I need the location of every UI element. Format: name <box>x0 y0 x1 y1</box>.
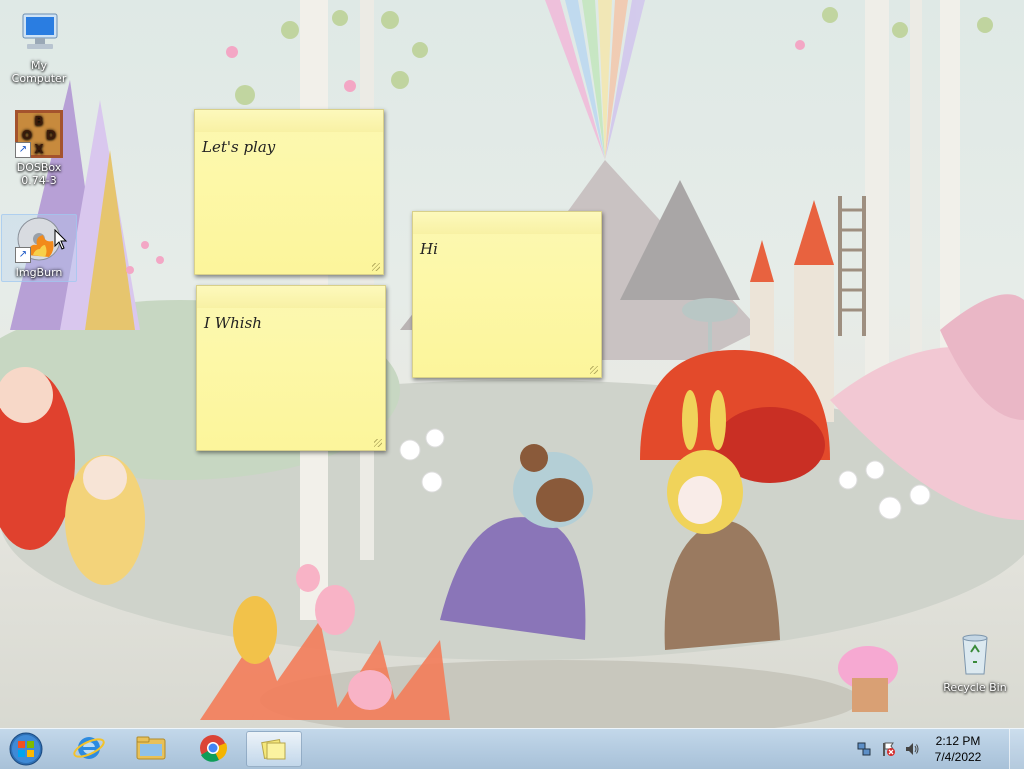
desktop-icon-label: Recycle Bin <box>943 681 1007 694</box>
system-clock[interactable]: 2:12 PM 7/4/2022 <box>928 733 988 765</box>
sticky-notes-icon <box>261 738 286 760</box>
sticky-note-text[interactable]: Let's play <box>195 132 383 162</box>
recycle-bin-icon <box>951 630 999 678</box>
sticky-note-titlebar[interactable] <box>197 286 385 308</box>
internet-explorer-icon <box>73 737 105 759</box>
taskbar-file-explorer[interactable] <box>124 731 178 765</box>
desktop-icon-label: DOSBox 0.74-3 <box>16 161 62 187</box>
taskbar: 2:12 PM 7/4/2022 <box>0 728 1024 769</box>
shortcut-arrow-icon: ↗ <box>15 142 31 158</box>
sticky-note[interactable]: Let's play <box>194 109 384 275</box>
resize-grip-icon[interactable] <box>372 263 380 271</box>
clock-time: 2:12 PM <box>935 734 981 748</box>
chrome-icon <box>200 735 227 762</box>
resize-grip-icon[interactable] <box>590 366 598 374</box>
taskbar-internet-explorer[interactable] <box>62 731 116 765</box>
volume-icon[interactable] <box>904 741 920 757</box>
desktop-icon-label: My Computer <box>11 59 67 85</box>
start-orb-icon <box>9 732 43 766</box>
sticky-note-titlebar[interactable] <box>413 212 601 234</box>
start-button[interactable] <box>6 731 46 767</box>
dosbox-logo-letter: O <box>22 128 32 142</box>
desktop-icon-recycle-bin[interactable]: Recycle Bin <box>938 630 1012 694</box>
action-center-flag-icon[interactable] <box>880 741 896 757</box>
mouse-cursor-icon <box>54 229 68 250</box>
sticky-note[interactable]: I Whish <box>196 285 386 451</box>
taskbar-sticky-notes[interactable] <box>246 731 302 767</box>
sticky-note-text[interactable]: Hi <box>413 234 601 264</box>
show-desktop-button[interactable] <box>1009 729 1024 769</box>
sticky-note-text[interactable]: I Whish <box>197 308 385 338</box>
resize-grip-icon[interactable] <box>374 439 382 447</box>
computer-icon <box>15 8 63 56</box>
desktop-icon-label: ImgBurn <box>15 266 63 279</box>
shortcut-arrow-icon: ↗ <box>15 247 31 263</box>
sticky-note-titlebar[interactable] <box>195 110 383 132</box>
network-icon[interactable] <box>856 741 872 757</box>
sticky-note[interactable]: Hi <box>412 211 602 378</box>
dosbox-logo-letter: D <box>46 128 56 142</box>
dosbox-logo-letter: B <box>34 114 43 128</box>
clock-date: 7/4/2022 <box>934 750 982 764</box>
dosbox-logo-letter: X <box>34 142 44 156</box>
taskbar-chrome[interactable] <box>186 731 240 765</box>
file-explorer-icon <box>136 736 166 760</box>
dosbox-icon: B O D X ↗ <box>15 110 63 158</box>
desktop-icon-my-computer[interactable]: My Computer <box>2 8 76 85</box>
system-tray: 2:12 PM 7/4/2022 <box>854 729 1024 769</box>
desktop-icon-dosbox[interactable]: B O D X ↗ DOSBox 0.74-3 <box>2 110 76 187</box>
